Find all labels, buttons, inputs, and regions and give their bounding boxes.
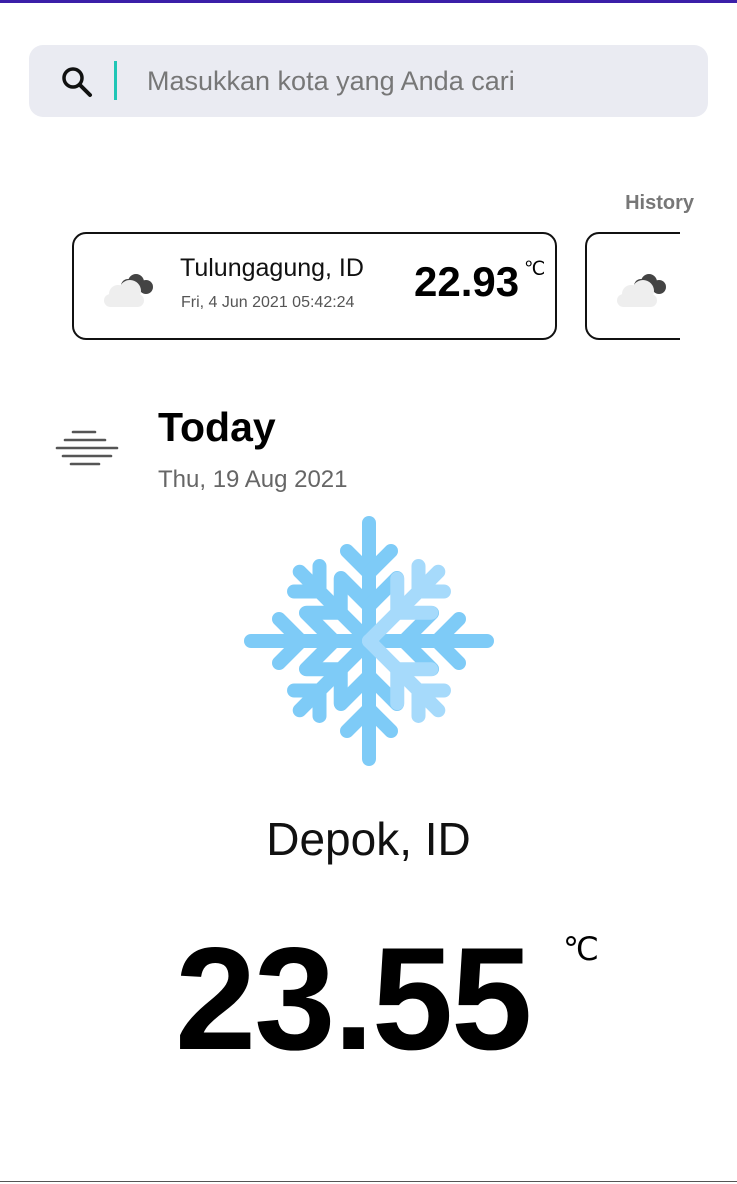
fog-icon [55,430,119,466]
history-list[interactable]: Tulungagung, ID Fri, 4 Jun 2021 05:42:24… [72,232,680,340]
history-temperature: 22.93 [414,258,520,305]
history-temperature-unit: ℃ [524,259,546,280]
current-temperature: 23.55 [175,917,532,1080]
today-title: Today [158,404,276,450]
text-cursor [114,61,117,100]
history-datetime: Fri, 4 Jun 2021 05:42:24 [181,294,355,311]
current-date: Thu, 19 Aug 2021 [158,466,348,493]
search-input[interactable] [147,59,667,103]
history-label: History [625,192,694,214]
search-bar[interactable] [29,45,708,117]
cloudy-icon [617,274,666,307]
current-location: Depok, ID [266,813,471,865]
top-accent-line [0,0,737,3]
snowflake-icon [244,516,494,766]
temperature-unit: ℃ [563,931,599,967]
search-icon[interactable] [60,65,94,99]
cloudy-icon [104,274,153,307]
bottom-divider [0,1181,737,1182]
history-city: Tulungagung, ID [180,254,364,282]
history-card[interactable] [585,232,680,340]
history-card[interactable]: Tulungagung, ID Fri, 4 Jun 2021 05:42:24… [72,232,557,340]
